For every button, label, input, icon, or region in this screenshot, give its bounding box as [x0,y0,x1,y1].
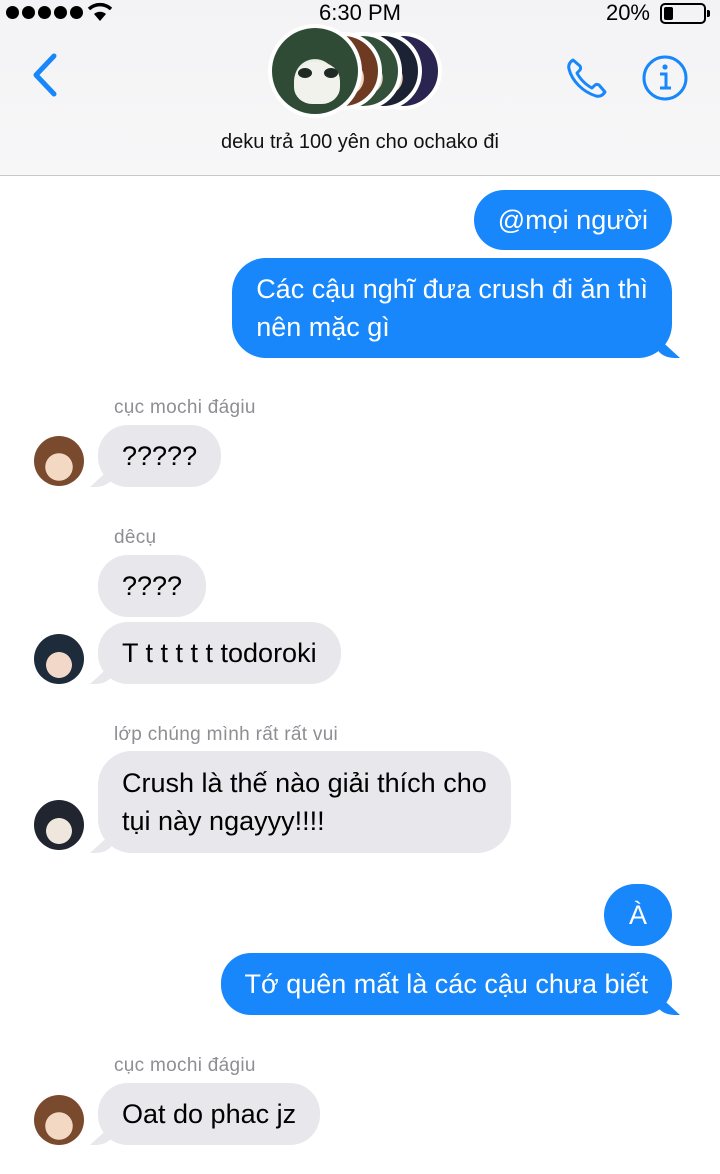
status-bar: 6:30 PM 20% [0,0,720,26]
sender-avatar[interactable] [34,800,84,850]
outgoing-message[interactable]: À [604,884,672,946]
battery-icon [660,3,710,24]
sender-avatar[interactable] [34,436,84,486]
incoming-message[interactable]: Oat do phac jz [98,1083,321,1145]
info-icon[interactable] [641,54,689,102]
phone-icon[interactable] [563,54,611,102]
incoming-message[interactable]: Crush là thế nào giải thích cho tụi này … [98,751,511,853]
message-line: Crush là thế nào giải thích cho [122,768,487,798]
message-line: tụi này ngayyy!!!! [122,806,325,836]
outgoing-message[interactable]: @mọi người [473,190,672,250]
sender-name: cục mochi đágiu [114,397,256,418]
sender-avatar[interactable] [34,1095,84,1145]
group-avatar-stack[interactable] [268,24,458,118]
group-title[interactable]: deku trả 100 yên cho ochako đi [0,131,720,154]
group-main-avatar [268,24,362,118]
message-line: nên mặc gì [256,312,390,342]
incoming-message[interactable]: ???? [98,555,207,617]
chat-header: 6:30 PM 20% deku trả 100 yên cho ochako … [0,0,720,176]
outgoing-message[interactable]: Các cậu nghĩ đưa crush đi ăn thì nên mặc… [232,258,672,358]
battery-percent: 20% [605,0,650,25]
sender-name: dêcụ [114,527,157,548]
sender-name: lớp chúng mình rất rất vui [114,724,339,745]
sender-avatar[interactable] [34,634,84,684]
sender-name: cục mochi đágiu [114,1055,256,1076]
incoming-message[interactable]: T t t t t t todoroki [98,622,341,684]
outgoing-message[interactable]: Tớ quên mất là các cậu chưa biết [220,953,672,1015]
message-line: Các cậu nghĩ đưa crush đi ăn thì [256,274,648,304]
back-chevron-icon[interactable] [26,50,66,100]
incoming-message[interactable]: ????? [98,425,222,487]
